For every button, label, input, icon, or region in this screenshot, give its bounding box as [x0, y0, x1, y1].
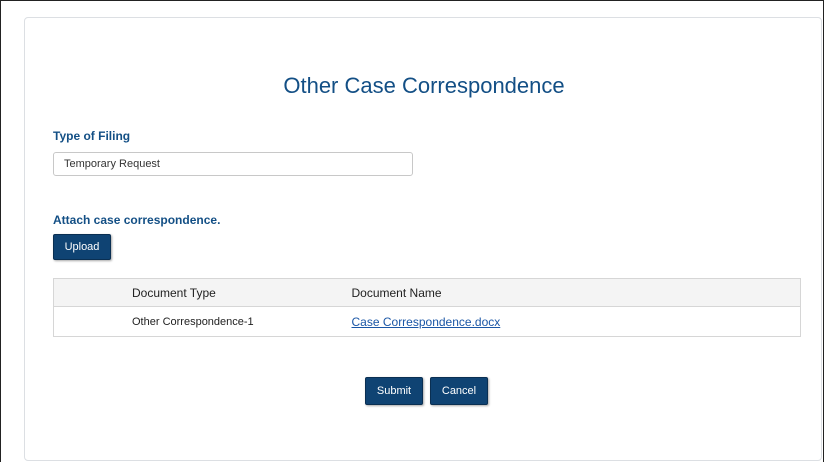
attach-correspondence-label: Attach case correspondence.: [53, 213, 221, 227]
upload-button[interactable]: Upload: [53, 234, 111, 260]
filing-type-field[interactable]: [53, 152, 413, 176]
table-row: Other Correspondence-1 Case Corresponden…: [54, 307, 801, 337]
document-type-cell: Other Correspondence-1: [132, 315, 254, 328]
column-header-document-type: Document Type: [53, 278, 352, 307]
correspondence-form: Other Case Correspondence Type of Filing…: [24, 17, 822, 461]
table-header-row: Document Type Document Name: [53, 278, 801, 307]
page-title: Other Case Correspondence: [283, 73, 565, 98]
submit-button[interactable]: Submit: [365, 377, 423, 405]
cancel-button[interactable]: Cancel: [430, 377, 488, 405]
documents-table: Document Type Document Name Other Corres…: [53, 278, 801, 337]
document-name-cell: Case Correspondence.docx: [352, 307, 801, 337]
filing-type-label: Type of Filing: [53, 129, 131, 143]
column-header-document-name: Document Name: [351, 278, 801, 307]
document-link[interactable]: Case Correspondence.docx: [352, 315, 501, 329]
